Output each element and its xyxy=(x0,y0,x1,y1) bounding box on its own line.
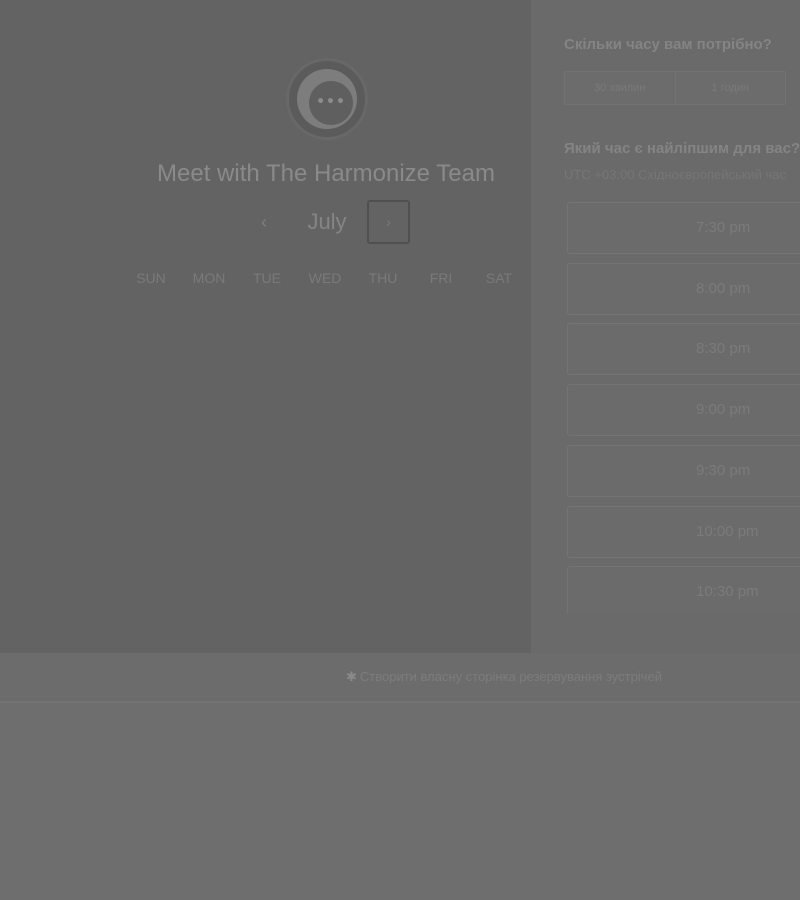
weekday-sat: SAT xyxy=(485,270,513,286)
weekday-fri: FRI xyxy=(429,270,453,286)
time-slot[interactable]: 8:00 pm xyxy=(567,263,800,315)
avatar: ••• xyxy=(286,58,368,140)
duration-question: Скільки часу вам потрібно? xyxy=(564,36,772,53)
time-slot[interactable]: 9:30 pm xyxy=(567,445,800,497)
ellipsis-icon: ••• xyxy=(316,94,346,110)
weekday-header: SUN MON TUE WED THU FRI SAT xyxy=(122,270,530,290)
sprocket-icon: ✱ xyxy=(346,669,357,684)
timezone-label[interactable]: UTC +03:00 Східноєвропейський час xyxy=(564,167,800,182)
footer-link-text: Створити власну сторінка резервування зу… xyxy=(359,669,662,684)
weekday-mon: MON xyxy=(192,270,226,286)
create-booking-page-link[interactable]: ✱ Створити власну сторінка резервування з… xyxy=(346,669,662,685)
weekday-thu: THU xyxy=(368,270,398,286)
month-label: July xyxy=(307,209,347,234)
duration-selector: 30 хвилин 1 годин xyxy=(564,71,786,105)
weekday-tue: TUE xyxy=(253,270,281,286)
duration-30-button[interactable]: 30 хвилин xyxy=(565,72,675,104)
prev-month-button[interactable]: ‹ xyxy=(250,208,278,236)
time-slot[interactable]: 9:00 pm xyxy=(567,384,800,436)
time-slot[interactable]: 10:30 pm xyxy=(567,566,800,613)
calendar-panel xyxy=(0,0,531,653)
time-slot-list[interactable]: 7:30 pm 8:00 pm 8:30 pm 9:00 pm 9:30 pm … xyxy=(567,200,800,613)
chat-bubble-icon: ••• xyxy=(309,81,353,125)
weekday-sun: SUN xyxy=(136,270,166,286)
next-month-button[interactable]: › xyxy=(367,200,410,244)
avatar-ring: ••• xyxy=(297,69,357,129)
time-slot[interactable]: 10:00 pm xyxy=(567,506,800,558)
time-slot[interactable]: 8:30 pm xyxy=(567,323,800,375)
time-question: Який час є найліпшим для вас? xyxy=(564,140,800,157)
duration-60-button[interactable]: 1 годин xyxy=(674,72,786,104)
time-slot[interactable]: 7:30 pm xyxy=(567,202,800,254)
weekday-wed: WED xyxy=(308,270,342,286)
